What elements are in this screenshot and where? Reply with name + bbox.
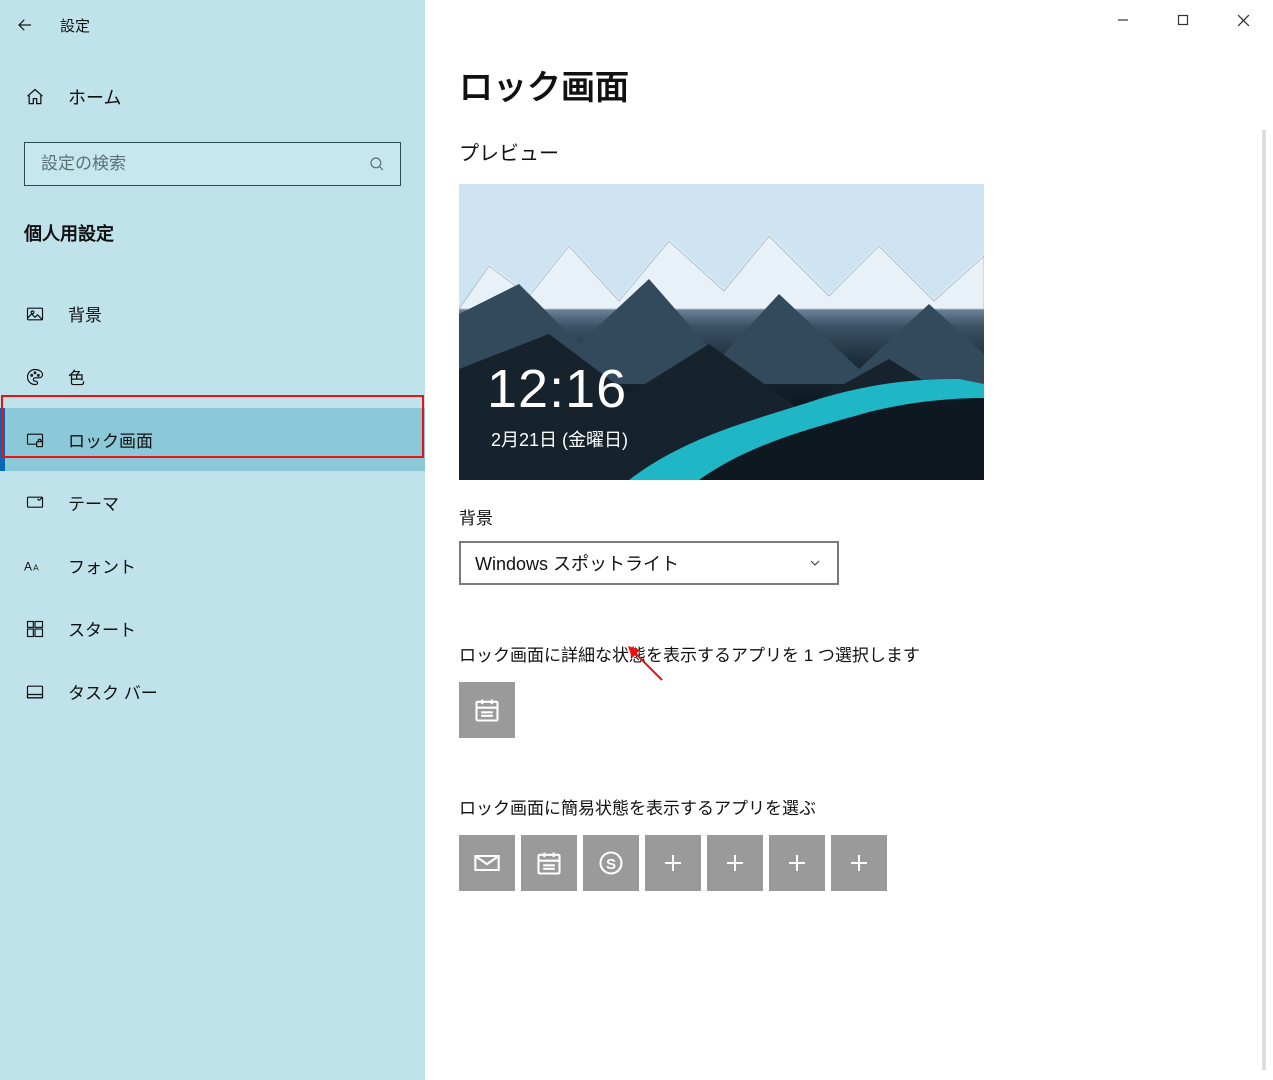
sidebar-item-themes[interactable]: テーマ bbox=[0, 471, 425, 534]
background-label: 背景 bbox=[459, 504, 1269, 529]
sidebar-item-label: テーマ bbox=[68, 490, 119, 515]
sidebar: 設定 ホーム 個人用設定 背景 色 ロック bbox=[0, 0, 425, 1080]
window-title: 設定 bbox=[60, 15, 90, 36]
search-field[interactable] bbox=[39, 153, 368, 175]
sidebar-item-lockscreen[interactable]: ロック画面 bbox=[0, 408, 425, 471]
quick-status-app-add[interactable] bbox=[645, 835, 701, 891]
annotation-arrow bbox=[628, 646, 668, 686]
sidebar-category-title: 個人用設定 bbox=[24, 220, 425, 246]
theme-icon bbox=[24, 493, 46, 513]
maximize-button[interactable] bbox=[1153, 0, 1213, 40]
page-title: ロック画面 bbox=[459, 60, 1269, 109]
detailed-status-heading: ロック画面に詳細な状態を表示するアプリを 1 つ選択します bbox=[459, 641, 1269, 666]
search-icon bbox=[368, 155, 390, 173]
start-icon bbox=[24, 619, 46, 639]
font-icon: AA bbox=[24, 556, 46, 576]
scrollbar[interactable] bbox=[1262, 130, 1266, 1070]
chevron-down-icon bbox=[807, 555, 823, 571]
plus-icon bbox=[661, 851, 685, 875]
skype-icon: S bbox=[597, 849, 625, 877]
picture-icon bbox=[24, 304, 46, 324]
quick-status-app-calendar[interactable] bbox=[521, 835, 577, 891]
mail-icon bbox=[473, 849, 501, 877]
content-area: ロック画面 プレビュー 12:16 2月21日 (金曜日) 背景 Wi bbox=[425, 0, 1269, 1080]
svg-text:A: A bbox=[33, 563, 39, 572]
plus-icon bbox=[723, 851, 747, 875]
sidebar-nav: 背景 色 ロック画面 テーマ AA フォント bbox=[0, 282, 425, 723]
window-controls bbox=[1093, 0, 1273, 40]
lock-monitor-icon bbox=[24, 430, 46, 450]
quick-status-apps: S bbox=[459, 835, 1269, 891]
calendar-icon bbox=[535, 849, 563, 877]
quick-status-app-mail[interactable] bbox=[459, 835, 515, 891]
background-dropdown[interactable]: Windows スポットライト bbox=[459, 541, 839, 585]
calendar-icon bbox=[473, 696, 501, 724]
sidebar-item-colors[interactable]: 色 bbox=[0, 345, 425, 408]
preview-date: 2月21日 (金曜日) bbox=[491, 426, 628, 452]
taskbar-icon bbox=[24, 682, 46, 702]
quick-status-app-add[interactable] bbox=[831, 835, 887, 891]
titlebar: 設定 bbox=[0, 0, 425, 50]
home-icon bbox=[24, 87, 46, 107]
sidebar-item-fonts[interactable]: AA フォント bbox=[0, 534, 425, 597]
plus-icon bbox=[785, 851, 809, 875]
sidebar-item-label: 色 bbox=[68, 364, 85, 389]
quick-status-heading: ロック画面に簡易状態を表示するアプリを選ぶ bbox=[459, 794, 1269, 819]
sidebar-item-label: ロック画面 bbox=[68, 427, 153, 452]
minimize-button[interactable] bbox=[1093, 0, 1153, 40]
back-button[interactable] bbox=[0, 0, 50, 50]
detailed-status-app[interactable] bbox=[459, 682, 515, 738]
close-button[interactable] bbox=[1213, 0, 1273, 40]
search-input[interactable] bbox=[24, 142, 401, 186]
quick-status-app-add[interactable] bbox=[707, 835, 763, 891]
sidebar-item-start[interactable]: スタート bbox=[0, 597, 425, 660]
preview-heading: プレビュー bbox=[459, 137, 1269, 166]
sidebar-item-label: 背景 bbox=[68, 301, 102, 326]
preview-time: 12:16 bbox=[487, 358, 627, 420]
quick-status-app-skype[interactable]: S bbox=[583, 835, 639, 891]
sidebar-item-label: タスク バー bbox=[68, 679, 158, 704]
sidebar-item-label: スタート bbox=[68, 616, 136, 641]
sidebar-item-label: フォント bbox=[68, 553, 136, 578]
dropdown-value: Windows スポットライト bbox=[475, 550, 679, 576]
svg-text:S: S bbox=[606, 856, 616, 873]
lockscreen-preview: 12:16 2月21日 (金曜日) bbox=[459, 184, 984, 480]
sidebar-item-background[interactable]: 背景 bbox=[0, 282, 425, 345]
sidebar-home[interactable]: ホーム bbox=[0, 70, 425, 124]
svg-text:A: A bbox=[24, 559, 32, 573]
home-label: ホーム bbox=[68, 84, 121, 110]
palette-icon bbox=[24, 367, 46, 387]
plus-icon bbox=[847, 851, 871, 875]
quick-status-app-add[interactable] bbox=[769, 835, 825, 891]
sidebar-item-taskbar[interactable]: タスク バー bbox=[0, 660, 425, 723]
